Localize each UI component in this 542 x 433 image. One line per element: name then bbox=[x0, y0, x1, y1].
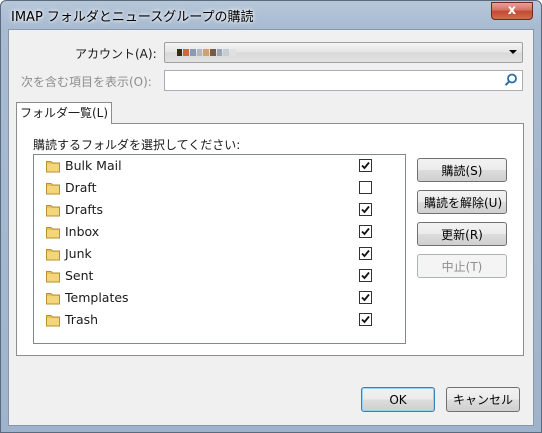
checkmark-icon bbox=[361, 205, 370, 214]
folder-icon bbox=[46, 293, 60, 305]
list-item[interactable]: Templates bbox=[34, 287, 405, 309]
checkmark-icon bbox=[361, 293, 370, 302]
refresh-button[interactable]: 更新(R) bbox=[417, 222, 507, 246]
title-bar[interactable]: IMAP フォルダとニュースグループの購読 x bbox=[1, 1, 541, 27]
search-input[interactable] bbox=[164, 70, 523, 91]
stop-button[interactable]: 中止(T) bbox=[417, 254, 507, 278]
folder-name: Draft bbox=[65, 180, 97, 195]
chevron-down-icon bbox=[509, 50, 517, 54]
obscured-block bbox=[197, 49, 202, 56]
subscribe-checkbox[interactable] bbox=[359, 269, 372, 282]
account-select[interactable] bbox=[164, 42, 523, 63]
obscured-block bbox=[183, 49, 189, 56]
cancel-button[interactable]: キャンセル bbox=[446, 387, 520, 412]
folder-name: Drafts bbox=[65, 202, 104, 217]
subscribe-checkbox[interactable] bbox=[359, 313, 372, 326]
subscribe-checkbox[interactable] bbox=[359, 225, 372, 238]
folder-name: Trash bbox=[65, 312, 99, 327]
folder-icon bbox=[46, 227, 60, 239]
folder-icon bbox=[46, 249, 60, 261]
folder-name: Templates bbox=[65, 290, 129, 305]
search-icon[interactable] bbox=[504, 73, 518, 87]
subscribe-checkbox[interactable] bbox=[359, 203, 372, 216]
unsubscribe-button[interactable]: 購読を解除(U) bbox=[417, 190, 507, 214]
folder-name: Junk bbox=[65, 246, 92, 261]
obscured-block bbox=[203, 49, 209, 56]
account-label: アカウント(A): bbox=[75, 47, 157, 61]
folder-icon bbox=[46, 205, 60, 217]
list-item[interactable]: Inbox bbox=[34, 221, 405, 243]
instruction-text: 購読するフォルダを選択してください: bbox=[33, 138, 241, 152]
folder-icon bbox=[46, 183, 60, 195]
checkmark-icon bbox=[361, 315, 370, 324]
subscribe-checkbox[interactable] bbox=[359, 159, 372, 172]
folder-name: Sent bbox=[65, 268, 94, 283]
obscured-block bbox=[230, 49, 236, 56]
close-button[interactable]: x bbox=[491, 2, 533, 20]
folder-icon bbox=[46, 161, 60, 173]
checkmark-icon bbox=[361, 227, 370, 236]
obscured-block bbox=[177, 49, 182, 56]
ok-button[interactable]: OK bbox=[361, 387, 435, 412]
subscribe-checkbox[interactable] bbox=[359, 291, 372, 304]
obscured-block bbox=[210, 49, 216, 56]
obscured-block bbox=[217, 49, 222, 56]
dialog-window: IMAP フォルダとニュースグループの購読 x アカウント(A): 次を含む項目… bbox=[0, 0, 542, 433]
obscured-block bbox=[223, 49, 229, 56]
window-title: IMAP フォルダとニュースグループの購読 bbox=[11, 10, 254, 25]
subscribe-button[interactable]: 購読(S) bbox=[417, 158, 507, 182]
tab-folder-list[interactable]: フォルダ一覧(L) bbox=[16, 102, 112, 124]
list-item[interactable]: Draft bbox=[34, 177, 405, 199]
list-item[interactable]: Junk bbox=[34, 243, 405, 265]
folder-name: Inbox bbox=[65, 224, 100, 239]
subscribe-checkbox[interactable] bbox=[359, 247, 372, 260]
filter-label: 次を含む項目を表示(O): bbox=[21, 75, 152, 89]
list-item[interactable]: Trash bbox=[34, 309, 405, 331]
list-item[interactable]: Bulk Mail bbox=[34, 155, 405, 177]
checkmark-icon bbox=[361, 161, 370, 170]
list-item[interactable]: Sent bbox=[34, 265, 405, 287]
checkmark-icon bbox=[361, 271, 370, 280]
obscured-block bbox=[190, 49, 196, 56]
folder-list[interactable]: Bulk Mail Draft Drafts Inbox Junk Sent Templat… bbox=[33, 154, 406, 344]
list-item[interactable]: Drafts bbox=[34, 199, 405, 221]
folder-name: Bulk Mail bbox=[65, 158, 122, 173]
folder-tab-panel: 購読するフォルダを選択してください: Bulk Mail Draft Drafts I… bbox=[16, 123, 524, 356]
folder-icon bbox=[46, 271, 60, 283]
folder-icon bbox=[46, 315, 60, 327]
dialog-body: アカウント(A): 次を含む項目を表示(O): フォルダ一覧(L) 購読するフォ… bbox=[8, 29, 534, 426]
account-selected-value bbox=[177, 48, 245, 57]
subscribe-checkbox[interactable] bbox=[359, 181, 372, 194]
checkmark-icon bbox=[361, 249, 370, 258]
